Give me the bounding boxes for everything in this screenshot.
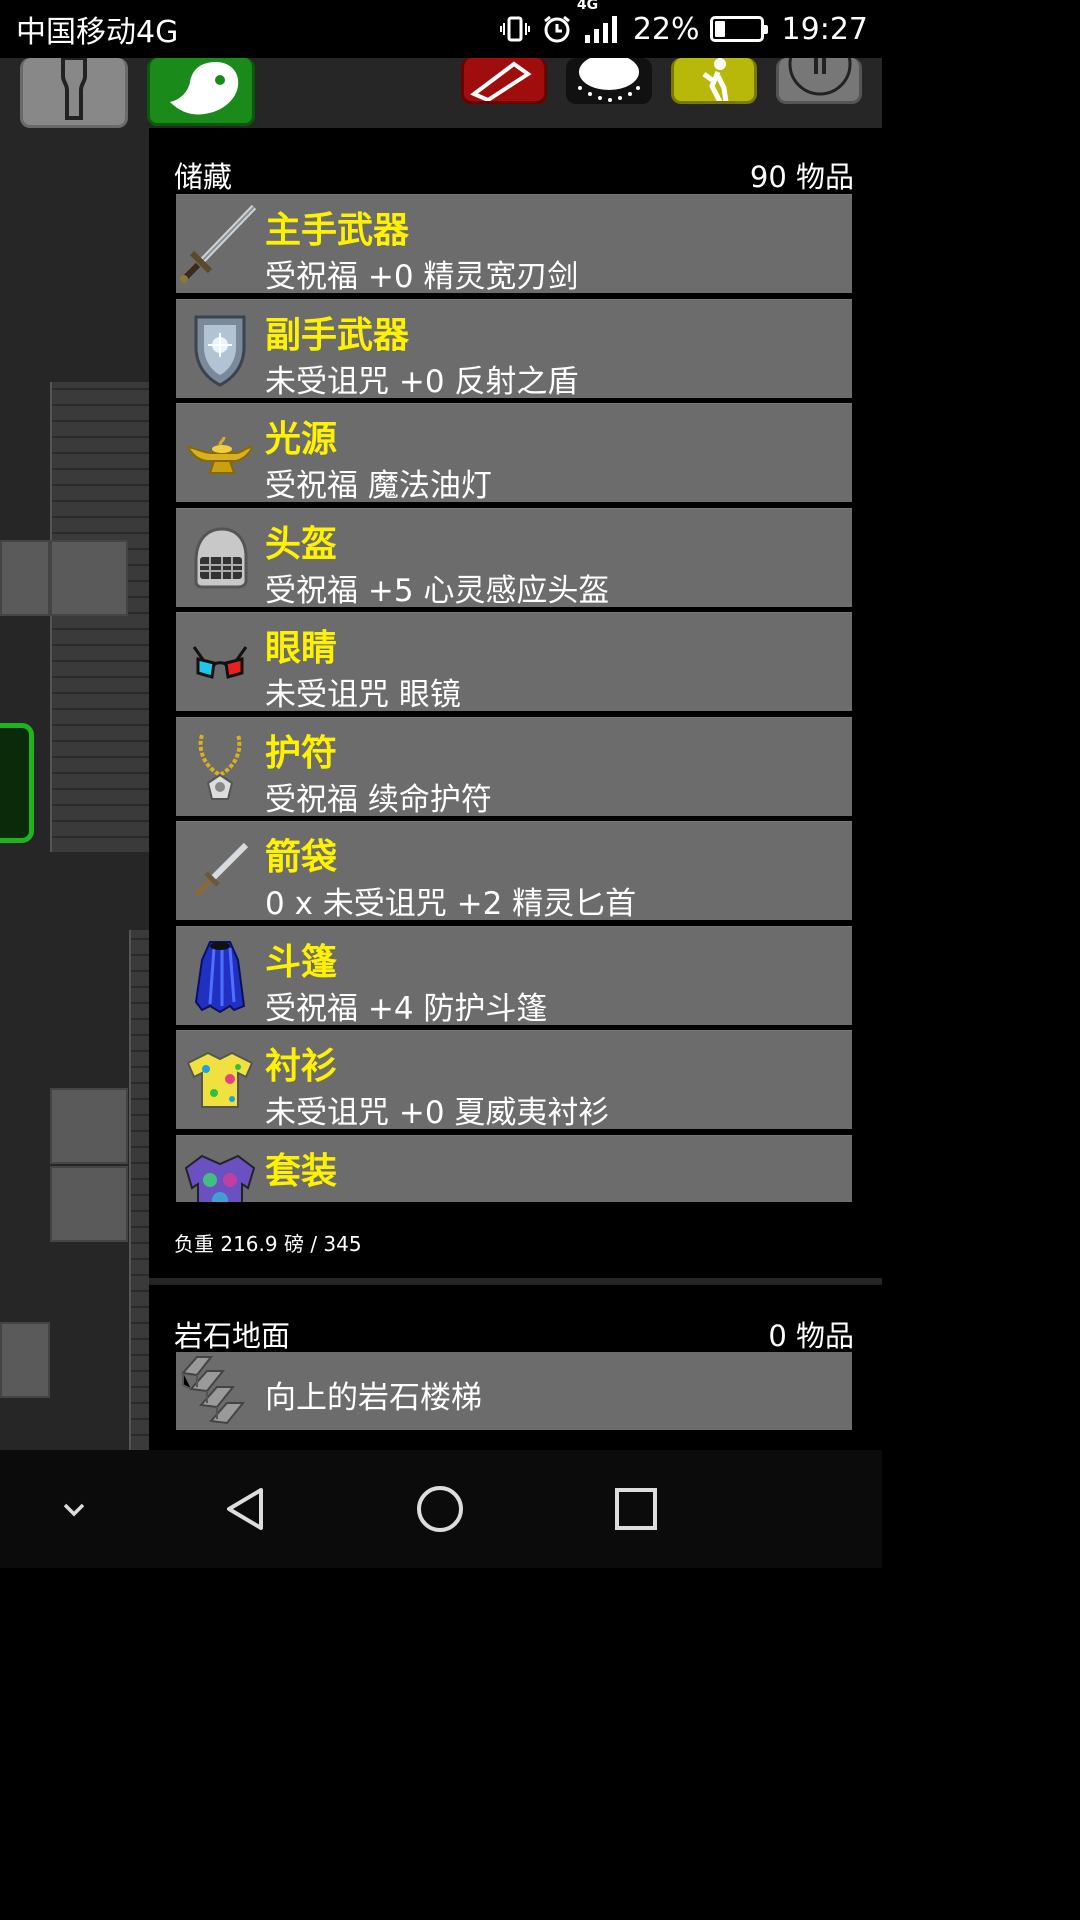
equipment-row[interactable]: 主手武器 受祝福 +0 精灵宽刃剑: [176, 194, 852, 295]
dagger-icon: [180, 830, 260, 912]
slot-label: 头盔: [265, 523, 338, 565]
floor-tile: [0, 1322, 50, 1398]
dungeon-wall: [129, 930, 149, 1450]
equipment-row[interactable]: 斗篷 受祝福 +4 防护斗篷: [176, 925, 852, 1027]
hide-nav-button[interactable]: [44, 1450, 104, 1568]
equipment-row[interactable]: 眼睛 未受诅咒 眼镜: [176, 612, 852, 713]
item-name: 向上的岩石楼梯: [265, 1380, 482, 1416]
amulet-icon: [180, 726, 260, 808]
floor-item-row[interactable]: 向上的岩石楼梯: [176, 1352, 852, 1430]
battery-percent: 22%: [632, 11, 700, 47]
walk-icon: [702, 58, 729, 101]
magic-button[interactable]: [566, 58, 652, 104]
move-button[interactable]: [671, 58, 757, 104]
slot-label: 箭袋: [265, 837, 338, 878]
floor-tile: [50, 1166, 128, 1242]
slot-label: 副手武器: [265, 314, 410, 356]
equipment-row[interactable]: 衬衫 未受诅咒 +0 夏威夷衬衫: [176, 1030, 852, 1131]
floor-panel: 岩石地面 0 物品 向上的岩石楼梯: [149, 1283, 882, 1450]
slot-label: 护符: [265, 732, 338, 774]
dungeon-wall: [50, 382, 149, 852]
attack-button[interactable]: [461, 58, 547, 104]
floor-tile: [50, 540, 128, 616]
status-bar: 中国移动4G 4G 22% 19:27: [0, 0, 882, 58]
slot-label: 主手武器: [265, 210, 410, 251]
inventory-count: 90 物品: [749, 160, 854, 194]
item-name: 未受诅咒 眼镜: [265, 677, 461, 713]
equipment-list[interactable]: 主手武器 受祝福 +0 精灵宽刃剑 副手武器 未受诅咒 +0 反射之盾 光源 受…: [176, 194, 852, 1202]
signal-icon: 4G: [577, 0, 623, 45]
cloak-icon: [180, 935, 260, 1017]
armor-icon: [180, 1144, 260, 1202]
slot-label: 斗篷: [265, 941, 338, 983]
item-name: 受祝福 续命护符: [265, 781, 492, 818]
item-name: 受祝福 +5 心灵感应头盔: [265, 572, 610, 609]
carrier-label: 中国移动4G: [16, 15, 179, 50]
navigation-bar: [0, 1450, 882, 1568]
home-button[interactable]: [404, 1450, 476, 1568]
stairs-icon: [180, 1352, 260, 1430]
floor-tile: [50, 1088, 128, 1164]
clock: 19:27: [781, 11, 868, 47]
back-icon: [227, 1488, 263, 1530]
item-name: 受祝福 魔法油灯: [265, 468, 492, 504]
equipment-row[interactable]: 头盔 受祝福 +5 心灵感应头盔: [176, 507, 852, 609]
inventory-title: 储藏: [174, 160, 233, 194]
chevron-down-icon: [63, 1503, 85, 1517]
item-name: 未受诅咒 +0 反射之盾: [265, 363, 579, 400]
slot-label: 衬衫: [265, 1046, 338, 1087]
battery-icon: [709, 16, 768, 42]
inventory-panel: 储藏 90 物品 主手武器 受祝福 +0 精灵宽刃剑 副手武器 未受诅咒 +0 …: [149, 128, 882, 1278]
recents-icon: [615, 1488, 657, 1530]
item-name: 0 x 未受诅咒 +2 精灵匕首: [265, 886, 637, 922]
floor-count: 0 物品: [768, 1319, 854, 1353]
back-button[interactable]: [210, 1450, 282, 1568]
home-icon: [417, 1486, 463, 1532]
network-badge: 4G: [576, 0, 599, 13]
recents-button[interactable]: [600, 1450, 672, 1568]
slot-label: 套装: [265, 1150, 338, 1192]
equipment-row[interactable]: 副手武器 未受诅咒 +0 反射之盾: [176, 298, 852, 400]
sword-icon: [180, 203, 260, 285]
equipment-row[interactable]: 箭袋 0 x 未受诅咒 +2 精灵匕首: [176, 821, 852, 922]
red-action-icon: [470, 61, 532, 101]
lamp-icon: [180, 412, 260, 494]
item-name: 受祝福 +0 精灵宽刃剑: [265, 259, 579, 295]
glasses-icon: [180, 621, 260, 703]
shirt-icon: [180, 1039, 260, 1121]
spark-icon: [578, 58, 640, 102]
floor-header: 岩石地面 0 物品: [174, 1313, 854, 1355]
equipment-row[interactable]: 套装: [176, 1134, 852, 1202]
character-button[interactable]: [20, 58, 128, 128]
alarm-icon: [541, 13, 573, 45]
shield-icon: [180, 308, 260, 390]
equipment-row[interactable]: 光源 受祝福 魔法油灯: [176, 403, 852, 504]
inventory-header: 储藏 90 物品: [174, 154, 854, 196]
equipment-row[interactable]: 护符 受祝福 续命护符: [176, 716, 852, 818]
slot-label: 眼睛: [265, 628, 338, 669]
pause-icon: [788, 58, 852, 96]
weight-label: 负重 216.9 磅 / 345: [174, 1232, 362, 1256]
door-icon[interactable]: [0, 723, 34, 843]
pause-button[interactable]: [776, 58, 862, 104]
person-icon: [61, 58, 87, 120]
slot-label: 光源: [265, 419, 338, 460]
item-name: 受祝福 +4 防护斗篷: [265, 990, 548, 1027]
floor-tile: [0, 540, 50, 616]
ghost-icon: [170, 62, 239, 115]
item-name: 未受诅咒 +0 夏威夷衬衫: [265, 1095, 610, 1131]
pet-button[interactable]: [147, 58, 255, 126]
vibrate-icon: [499, 13, 531, 45]
helmet-icon: [180, 517, 260, 599]
floor-title: 岩石地面: [174, 1319, 291, 1353]
